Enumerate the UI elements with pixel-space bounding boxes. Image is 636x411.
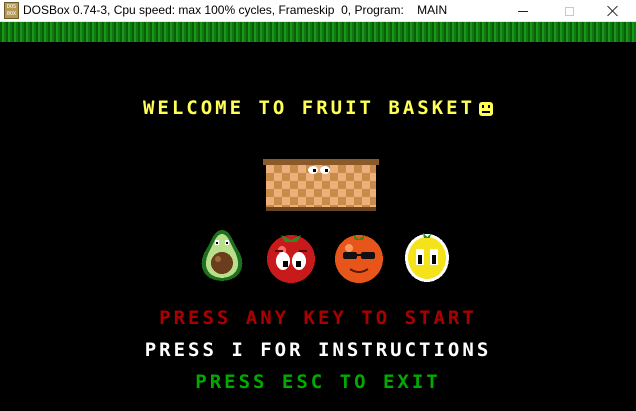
maximize-button[interactable]: [546, 0, 592, 22]
tomato-icon: [267, 235, 315, 283]
welcome-text: WELCOME TO FRUIT BASKET: [142, 97, 476, 119]
lemon-icon: [405, 233, 449, 282]
instructions-prompt: PRESS I FOR INSTRUCTIONS: [144, 339, 492, 361]
maximize-icon: [564, 6, 574, 16]
window-title-bar[interactable]: DOS BOX DOSBox 0.74-3, Cpu speed: max 10…: [0, 0, 636, 22]
grass-border: [0, 22, 636, 42]
orange-icon: [335, 235, 383, 283]
start-prompt: PRESS ANY KEY TO START: [159, 307, 477, 329]
basket-icon: [263, 159, 379, 211]
close-icon: [607, 5, 619, 17]
window-title: DOSBox 0.74-3, Cpu speed: max 100% cycle…: [23, 3, 448, 17]
welcome-heading: WELCOME TO FRUIT BASKET: [0, 97, 636, 119]
close-button[interactable]: [590, 0, 636, 22]
smiley-icon: [479, 102, 494, 116]
exit-prompt: PRESS ESC TO EXIT: [195, 371, 441, 393]
minimize-button[interactable]: [500, 0, 546, 22]
game-screen[interactable]: WELCOME TO FRUIT BASKET PRESS ANY KEY TO…: [0, 22, 636, 411]
minimize-icon: [518, 10, 528, 12]
dosbox-icon[interactable]: DOS BOX: [4, 2, 19, 19]
avocado-icon: [201, 230, 243, 281]
